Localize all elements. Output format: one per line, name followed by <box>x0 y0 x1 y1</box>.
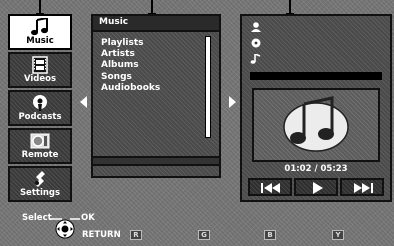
list-item-artists[interactable]: Artists <box>101 49 160 60</box>
nav-label: Podcasts <box>18 112 62 122</box>
nav-label: Remote <box>21 150 59 160</box>
nav-label: Videos <box>23 74 57 84</box>
return-hint-label: RETURN <box>82 230 121 240</box>
song-icon <box>250 54 261 64</box>
album-art <box>252 88 380 162</box>
podcast-icon <box>33 95 47 111</box>
nav-label: Settings <box>19 188 61 198</box>
category-list: Playlists Artists Albums Songs Audiobook… <box>101 38 160 94</box>
yellow-key-button[interactable]: Y <box>332 230 344 240</box>
nav-item-music[interactable]: Music <box>8 14 72 50</box>
green-key-button[interactable]: G <box>198 230 210 240</box>
list-scrollbar[interactable] <box>205 36 211 138</box>
previous-icon <box>261 183 280 193</box>
list-footer <box>93 156 219 166</box>
scroll-left-arrow-icon[interactable] <box>80 96 87 108</box>
nav-item-settings[interactable]: Settings <box>8 166 72 202</box>
list-title: Music <box>99 17 129 27</box>
nav-item-remote[interactable]: Remote <box>8 128 72 164</box>
scroll-right-arrow-icon[interactable] <box>229 96 236 108</box>
list-item-albums[interactable]: Albums <box>101 60 160 71</box>
nav-item-videos[interactable]: Videos <box>8 52 72 88</box>
callout-line <box>148 0 156 16</box>
music-note-icon <box>31 18 48 36</box>
select-hint-label: Select <box>22 213 52 223</box>
list-item-songs[interactable]: Songs <box>101 72 160 83</box>
remote-icon <box>30 133 50 149</box>
dpad-icon <box>50 218 80 239</box>
play-button[interactable] <box>294 178 338 196</box>
playback-time: 01:02 / 05:23 <box>284 164 348 174</box>
ok-hint-label: OK <box>81 213 95 223</box>
screen: Music Videos Podcasts Remote Settings Mu… <box>0 0 394 246</box>
track-progress-bar <box>250 72 382 80</box>
album-art-music-icon <box>283 96 349 152</box>
callout-line <box>36 0 44 16</box>
film-icon <box>32 56 48 74</box>
side-menu: Music Videos Podcasts Remote Settings <box>8 14 72 204</box>
nav-label: Music <box>26 36 54 46</box>
album-icon <box>251 38 261 48</box>
nav-item-podcasts[interactable]: Podcasts <box>8 90 72 126</box>
list-item-playlists[interactable]: Playlists <box>101 38 160 49</box>
red-key-button[interactable]: R <box>130 230 142 240</box>
previous-button[interactable] <box>248 178 292 196</box>
button-hint-bar: Select OK RETURN <box>0 206 394 246</box>
callout-line <box>286 0 294 16</box>
next-icon <box>354 183 373 193</box>
settings-icon <box>35 171 45 187</box>
list-header: Music <box>93 16 219 32</box>
play-icon <box>313 182 323 194</box>
now-playing-panel: 01:02 / 05:23 <box>240 14 392 202</box>
list-item-audiobooks[interactable]: Audiobooks <box>101 83 160 94</box>
category-list-panel: Music Playlists Artists Albums Songs Aud… <box>91 14 221 178</box>
next-button[interactable] <box>340 178 384 196</box>
artist-icon <box>251 22 261 32</box>
blue-key-button[interactable]: B <box>264 230 276 240</box>
